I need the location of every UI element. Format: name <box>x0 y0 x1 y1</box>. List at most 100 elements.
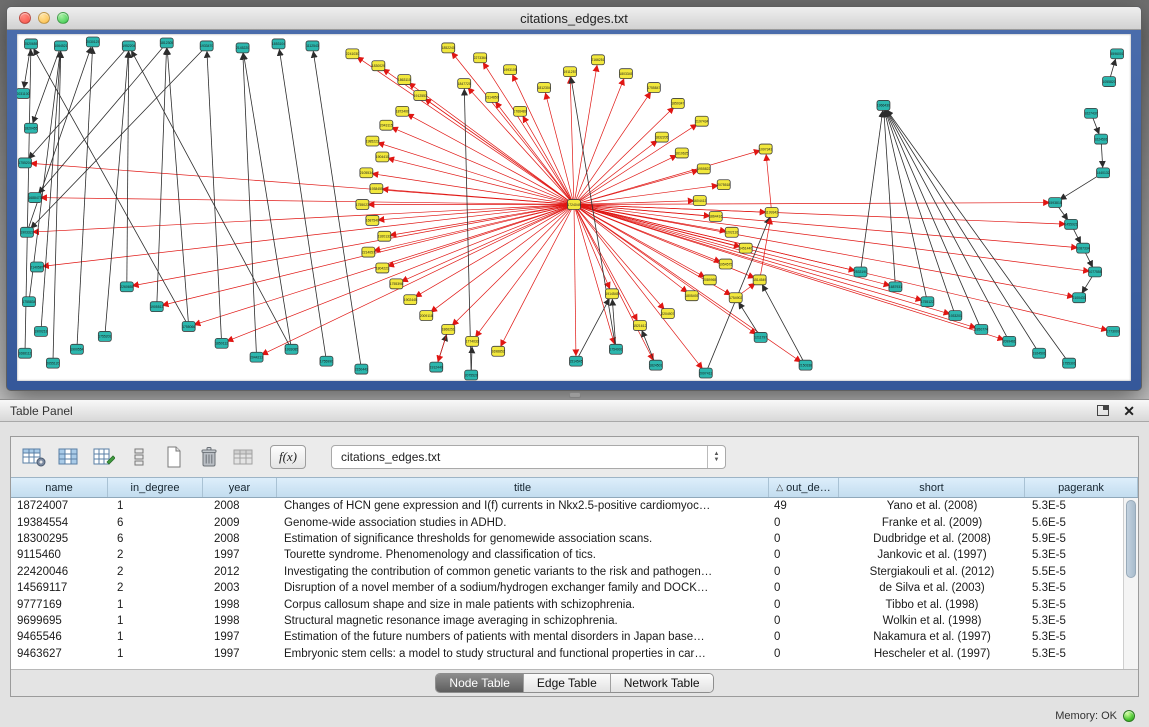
network-node[interactable]: 1112543 <box>306 41 319 51</box>
network-edge[interactable] <box>35 43 167 198</box>
network-node[interactable]: 1724049 <box>567 200 580 210</box>
network-edge[interactable] <box>736 298 761 338</box>
network-node[interactable]: 2273364 <box>474 53 487 63</box>
table-cell[interactable]: 0 <box>769 533 839 545</box>
table-row[interactable]: 1456911722003Disruption of a novel membe… <box>11 580 1123 596</box>
network-node[interactable]: 1755122 <box>921 297 934 307</box>
network-edge[interactable] <box>27 46 207 232</box>
network-node[interactable]: 2044213 <box>250 352 263 362</box>
network-edge[interactable] <box>574 205 981 330</box>
table-cell[interactable]: Yano et al. (2008) <box>839 500 1025 512</box>
network-node[interactable]: 1850774 <box>975 324 988 334</box>
table-cell[interactable]: 1 <box>108 631 203 643</box>
table-cell[interactable]: 2012 <box>203 566 277 578</box>
network-node[interactable]: 2114850 <box>486 92 499 102</box>
network-node[interactable]: 2150338 <box>799 360 812 370</box>
network-node[interactable]: 9227437 <box>1084 108 1097 118</box>
network-node[interactable]: 1864416 <box>709 211 722 221</box>
network-node[interactable]: 1755203 <box>98 331 111 341</box>
network-node[interactable]: 1805493 <box>685 291 698 301</box>
network-node[interactable]: 2520655 <box>24 39 37 49</box>
network-node[interactable]: 2089965 <box>703 275 716 285</box>
network-node[interactable]: 1610625 <box>675 148 688 158</box>
network-edge[interactable] <box>420 95 574 204</box>
network-node[interactable]: 1830029 <box>372 61 385 71</box>
tab-network-table[interactable]: Network Table <box>610 674 713 692</box>
table-cell[interactable]: 1997 <box>203 549 277 561</box>
table-cell[interactable]: 0 <box>769 599 839 611</box>
network-edge[interactable] <box>883 105 1009 341</box>
table-cell[interactable]: 22420046 <box>11 566 108 578</box>
table-cell[interactable]: 5.9E-5 <box>1025 533 1123 545</box>
network-node[interactable]: 1993105 <box>504 65 517 75</box>
network-node[interactable]: 1514545 <box>569 356 582 366</box>
network-edge[interactable] <box>574 205 806 366</box>
network-edge[interactable] <box>766 149 772 212</box>
table-cell[interactable]: 9465546 <box>11 631 108 643</box>
network-node[interactable]: 1754903 <box>609 344 622 354</box>
table-row[interactable]: 1830029562008Estimation of significance … <box>11 531 1123 547</box>
network-node[interactable]: 1866251 <box>442 324 455 334</box>
network-edge[interactable] <box>464 84 574 205</box>
network-node[interactable]: 1985223 <box>366 136 379 146</box>
network-edge[interactable] <box>257 205 574 358</box>
network-node[interactable]: 1933085 <box>285 344 298 354</box>
network-edge[interactable] <box>492 97 574 204</box>
network-node[interactable]: 2075520 <box>465 370 478 380</box>
network-node[interactable]: 2075518 <box>717 180 730 190</box>
column-header-out-degree[interactable]: △ out_de… <box>769 478 839 497</box>
network-node[interactable]: 1955822 <box>697 164 710 174</box>
network-edge[interactable] <box>105 46 129 336</box>
network-node[interactable]: 1755396 <box>390 279 403 289</box>
column-header-in-degree[interactable]: in_degree <box>108 478 203 497</box>
network-node[interactable]: 2214057 <box>362 247 375 257</box>
network-node[interactable]: 1199342 <box>765 208 778 218</box>
table-cell[interactable]: Genome-wide association studies in ADHD. <box>277 517 769 529</box>
table-row[interactable]: 969969511998Structural magnetic resonanc… <box>11 613 1123 629</box>
table-cell[interactable]: 1 <box>108 500 203 512</box>
network-edge[interactable] <box>382 205 574 268</box>
network-edge[interactable] <box>574 153 682 205</box>
network-node[interactable]: 1904410 <box>376 152 389 162</box>
network-edge[interactable] <box>640 325 656 365</box>
network-node[interactable]: 1755834 <box>22 297 35 307</box>
network-node[interactable]: 1812304 <box>537 83 550 93</box>
table-cell[interactable]: Wolkin et al. (1998) <box>839 615 1025 627</box>
network-node[interactable]: 1754902 <box>729 293 742 303</box>
network-edge[interactable] <box>574 203 1055 205</box>
table-cell[interactable]: Dudbridge et al. (2008) <box>839 533 1025 545</box>
table-cell[interactable]: Estimation of the future numbers of pati… <box>277 631 769 643</box>
network-edge[interactable] <box>860 105 883 272</box>
network-edge[interactable] <box>77 42 93 349</box>
table-cell[interactable]: 1 <box>108 599 203 611</box>
network-node[interactable]: 1863110 <box>398 75 411 85</box>
network-node[interactable]: 2031100 <box>17 89 30 99</box>
network-node[interactable]: 1755201 <box>18 158 31 168</box>
network-node[interactable]: 1933201 <box>949 311 962 321</box>
column-header-year[interactable]: year <box>203 478 277 497</box>
network-edge[interactable] <box>402 111 574 204</box>
table-cell[interactable]: Embryonic stem cells: a model to study s… <box>277 648 769 660</box>
network-edge[interactable] <box>312 46 361 369</box>
network-edge[interactable] <box>243 48 257 357</box>
network-node[interactable]: 1087334 <box>1076 243 1089 253</box>
network-node[interactable]: 2043115 <box>380 120 393 130</box>
table-row[interactable]: 2242004622012Investigating the contribut… <box>11 564 1123 580</box>
import-table-icon[interactable] <box>231 445 257 469</box>
tab-edge-table[interactable]: Edge Table <box>523 674 610 692</box>
table-cell[interactable]: Hescheler et al. (1997) <box>839 648 1025 660</box>
row-height-icon[interactable] <box>126 445 152 469</box>
table-selector-dropdown[interactable]: citations_edges.txt ▲▼ <box>331 445 726 469</box>
table-cell[interactable]: 6 <box>108 533 203 545</box>
network-node[interactable]: 1803345 <box>619 69 632 79</box>
table-cell[interactable]: 9699695 <box>11 615 108 627</box>
table-row[interactable]: 1872400712008Changes of HCN gene express… <box>11 498 1123 514</box>
network-node[interactable]: 2030125 <box>86 37 99 47</box>
network-node[interactable]: 1688473 <box>28 193 41 203</box>
network-node[interactable]: 1687540 <box>366 215 379 225</box>
table-row[interactable]: 946554611997Estimation of the future num… <box>11 629 1123 645</box>
table-cell[interactable]: 14569117 <box>11 582 108 594</box>
network-edge[interactable] <box>520 111 574 204</box>
network-edge[interactable] <box>480 58 574 205</box>
network-node[interactable]: 1688112 <box>18 348 31 358</box>
